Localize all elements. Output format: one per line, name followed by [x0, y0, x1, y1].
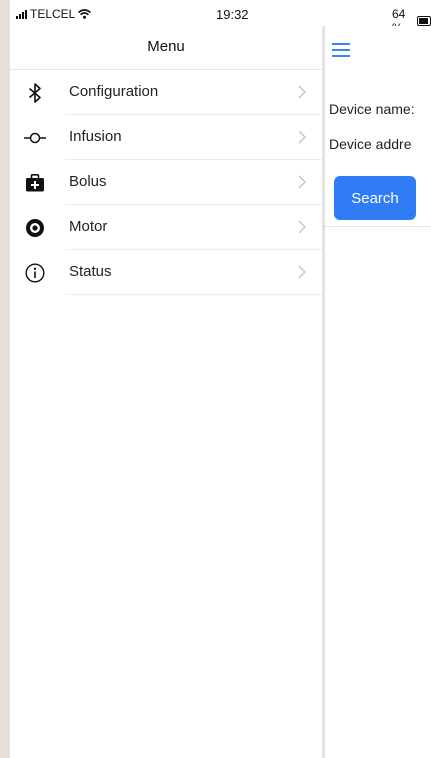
- hamburger-menu-icon[interactable]: [332, 41, 354, 59]
- target-icon: [24, 217, 46, 239]
- battery-icon: [416, 16, 431, 26]
- chevron-right-icon: [298, 265, 306, 279]
- main-panel: Device name: Device addre Search: [322, 26, 431, 758]
- side-drawer: Menu Configuration Infusion Bolus Motor …: [10, 26, 322, 758]
- chevron-right-icon: [298, 220, 306, 234]
- menu-item-bolus[interactable]: Bolus: [10, 160, 322, 205]
- drawer-title: Menu: [147, 38, 185, 55]
- status-bar: TELCEL 19:32 64 %: [10, 0, 431, 35]
- divider: [65, 294, 322, 295]
- menu-item-label: Configuration: [69, 83, 159, 100]
- divider: [322, 226, 431, 227]
- menu-item-label: Motor: [69, 218, 108, 235]
- menu-item-infusion[interactable]: Infusion: [10, 115, 322, 160]
- menu-item-label: Bolus: [69, 173, 107, 190]
- menu-item-motor[interactable]: Motor: [10, 205, 322, 250]
- menu-item-label: Status: [69, 263, 112, 280]
- signal-bars-icon: [16, 9, 27, 19]
- commit-node-icon: [24, 127, 46, 149]
- menu-item-label: Infusion: [69, 128, 122, 145]
- menu-list: Configuration Infusion Bolus Motor Statu…: [10, 70, 322, 295]
- info-icon: [24, 262, 46, 284]
- menu-item-status[interactable]: Status: [10, 250, 322, 295]
- chevron-right-icon: [298, 130, 306, 144]
- medical-kit-icon: [24, 172, 46, 194]
- search-button[interactable]: Search: [334, 176, 416, 220]
- status-left: TELCEL: [16, 7, 92, 21]
- device-name-label: Device name:: [329, 101, 415, 117]
- chevron-right-icon: [298, 85, 306, 99]
- battery-fill: [418, 18, 428, 24]
- chevron-right-icon: [298, 175, 306, 189]
- status-time: 19:32: [216, 7, 249, 22]
- menu-item-configuration[interactable]: Configuration: [10, 70, 322, 115]
- device-address-label: Device addre: [329, 136, 412, 152]
- bluetooth-icon: [24, 82, 46, 104]
- phone-screen: TELCEL 19:32 64 % Device name: Device ad…: [10, 0, 431, 758]
- carrier-name: TELCEL: [30, 7, 76, 21]
- wifi-icon: [78, 9, 92, 19]
